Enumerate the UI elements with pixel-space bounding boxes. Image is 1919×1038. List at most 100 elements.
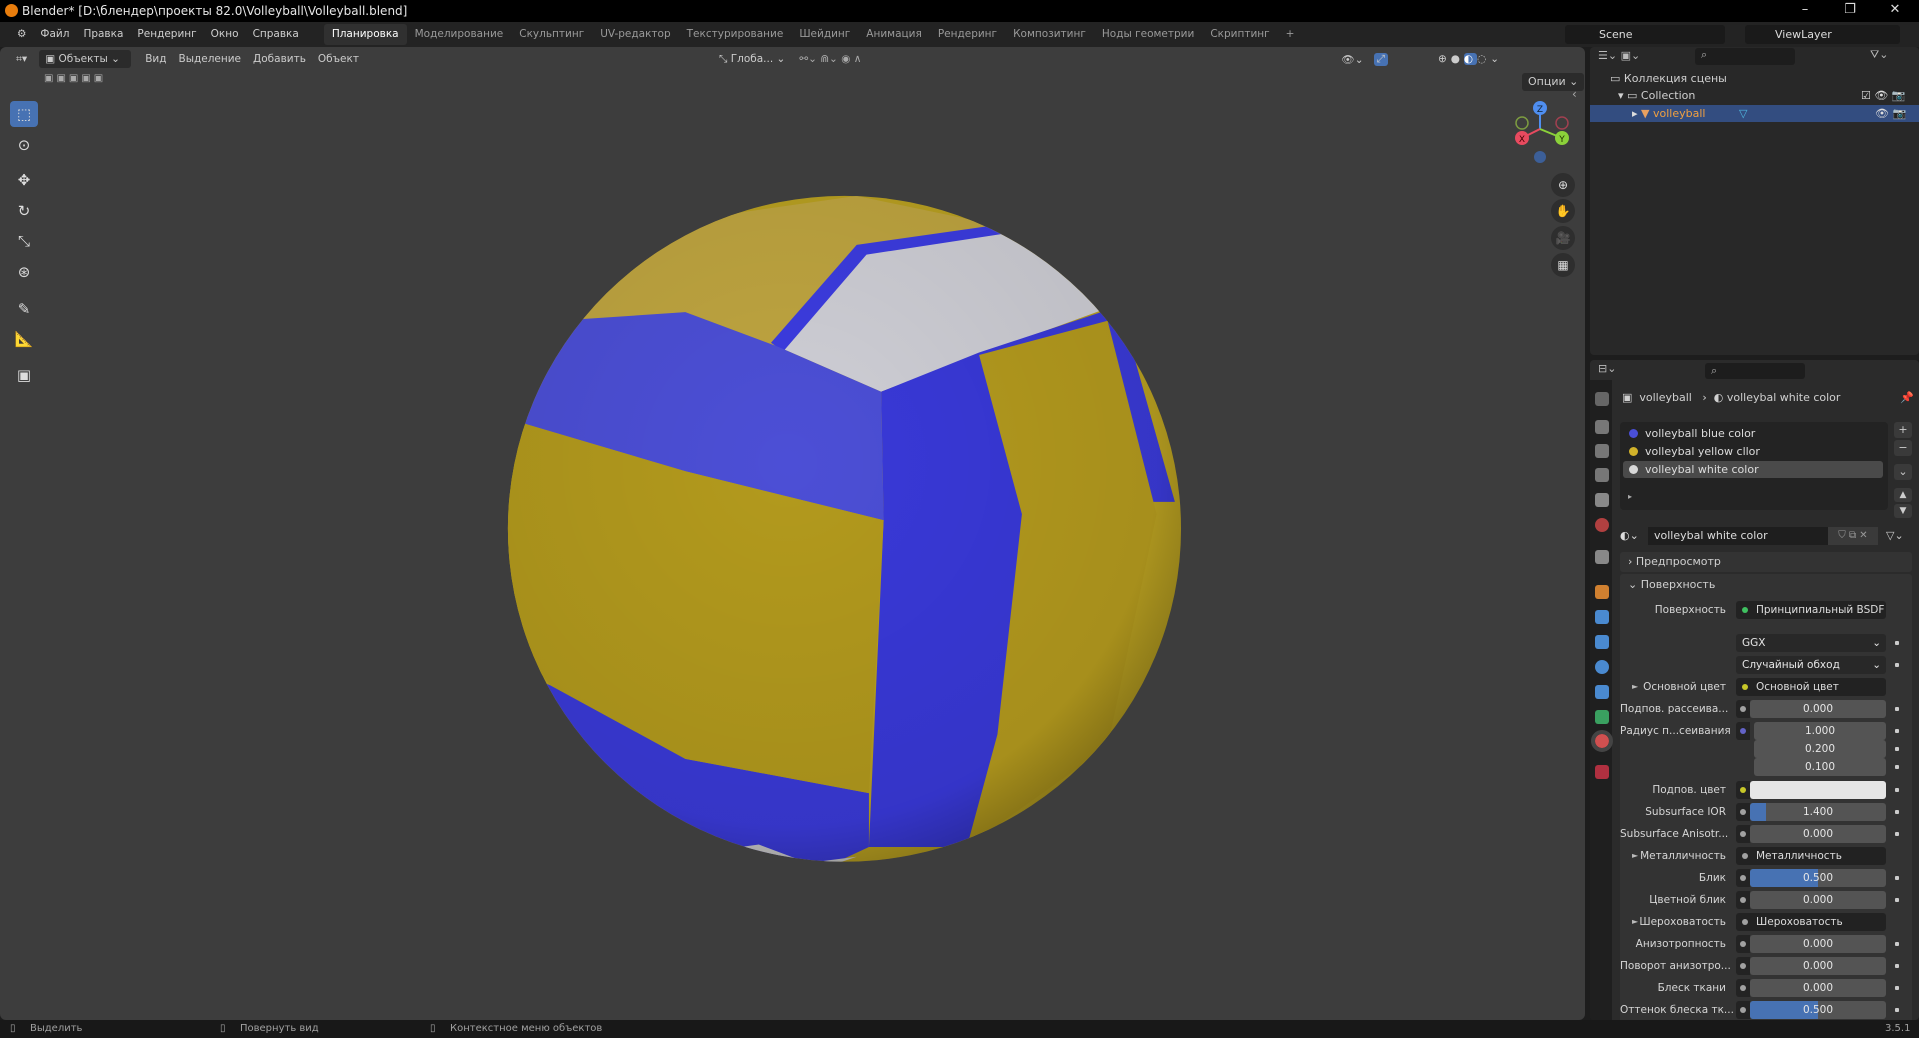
3d-viewport[interactable]: ⌗▾ ▣ Объекты ⌄ Вид Выделение Добавить Об… <box>0 47 1585 1020</box>
input-socket[interactable] <box>1736 803 1750 821</box>
slot-link-dropdown[interactable]: ▽⌄ <box>1886 527 1904 545</box>
tab-compositing[interactable]: Композитинг <box>1005 24 1094 45</box>
keyframe-dot[interactable] <box>1895 876 1899 880</box>
value-slider[interactable]: 0.000 <box>1750 957 1886 975</box>
minimize-button[interactable]: – <box>1785 0 1825 20</box>
input-socket[interactable] <box>1736 722 1750 740</box>
expand-arrow-icon[interactable]: ► <box>1632 678 1638 696</box>
close-button[interactable]: ✕ <box>1875 0 1915 20</box>
menu-window[interactable]: Окно <box>204 22 246 47</box>
physics-tab-icon[interactable] <box>1595 660 1609 674</box>
sidebar-toggle-icon[interactable]: ‹ <box>1572 87 1577 101</box>
render-tab-icon[interactable] <box>1595 420 1609 434</box>
keyframe-dot[interactable] <box>1895 942 1899 946</box>
panel-preview-header[interactable]: › Предпросмотр <box>1620 552 1912 572</box>
input-socket[interactable] <box>1736 935 1750 953</box>
particles-tab-icon[interactable] <box>1595 635 1609 649</box>
collection-visibility-icons[interactable]: ☑ 👁 📷 <box>1861 87 1906 104</box>
add-slot-button[interactable]: + <box>1894 422 1912 438</box>
add-workspace-button[interactable]: + <box>1278 24 1303 45</box>
tab-texture-paint[interactable]: Текстурирование <box>679 24 792 45</box>
material-browse-button[interactable]: ◐⌄ <box>1620 527 1648 545</box>
input-socket[interactable] <box>1736 781 1750 799</box>
outliner-object-row[interactable]: ▸ ▼ volleyball ▽ 👁 📷 <box>1590 105 1919 122</box>
data-tab-icon[interactable] <box>1595 710 1609 724</box>
world-tab-icon[interactable] <box>1595 518 1609 532</box>
expand-arrow-icon[interactable]: ► <box>1632 847 1638 865</box>
value-slider[interactable]: 0.500 <box>1750 1001 1886 1019</box>
material-name-field[interactable]: volleybal white color <box>1648 527 1828 545</box>
tool-tab-icon[interactable] <box>1595 392 1609 406</box>
pin-icon[interactable]: 📌 <box>1900 391 1914 404</box>
material-fake-user-copy-delete[interactable]: ⛉ ⧉ ✕ <box>1828 527 1878 545</box>
tab-layout[interactable]: Планировка <box>323 24 407 45</box>
input-socket[interactable] <box>1736 869 1750 887</box>
distribution-dropdown[interactable]: GGX ⌄ <box>1736 634 1886 652</box>
texture-tab-icon[interactable] <box>1595 765 1609 779</box>
value-slider[interactable]: 0.000 <box>1750 979 1886 997</box>
tab-modeling[interactable]: Моделирование <box>407 24 512 45</box>
keyframe-dot[interactable] <box>1895 788 1899 792</box>
filter-icon[interactable]: ⛛⌄ <box>1870 48 1888 62</box>
keyframe-dot[interactable] <box>1895 765 1899 769</box>
tab-sculpting[interactable]: Скульптинг <box>511 24 592 45</box>
object-tab-icon[interactable] <box>1595 585 1609 599</box>
value-slider[interactable]: 0.100 <box>1754 758 1886 776</box>
menu-edit[interactable]: Правка <box>76 22 130 47</box>
input-socket[interactable] <box>1736 891 1750 909</box>
scene-selector[interactable]: Scene <box>1565 25 1725 44</box>
keyframe-dot[interactable] <box>1895 729 1899 733</box>
menu-help[interactable]: Справка <box>246 22 306 47</box>
panel-surface-header[interactable]: ⌄ Поверхность <box>1628 575 1715 595</box>
linked-input-field[interactable]: Основной цвет <box>1736 678 1886 696</box>
view-layer-tab-icon[interactable] <box>1595 468 1609 482</box>
keyframe-dot[interactable] <box>1895 810 1899 814</box>
keyframe-dot[interactable] <box>1895 663 1899 667</box>
menu-file[interactable]: Файл <box>33 22 76 47</box>
tab-animation[interactable]: Анимация <box>858 24 930 45</box>
collection-tab-icon[interactable] <box>1595 550 1609 564</box>
input-socket[interactable] <box>1736 825 1750 843</box>
value-slider[interactable]: 0.000 <box>1750 891 1886 909</box>
linked-input-field[interactable]: Шероховатость <box>1736 913 1886 931</box>
keyframe-dot[interactable] <box>1895 986 1899 990</box>
tab-rendering[interactable]: Рендеринг <box>930 24 1005 45</box>
material-slot[interactable]: volleybal yellow cllor <box>1623 443 1883 460</box>
input-socket[interactable] <box>1736 979 1750 997</box>
tab-geometry-nodes[interactable]: Ноды геометрии <box>1094 24 1202 45</box>
outliner-search-input[interactable]: ⌕ <box>1695 48 1795 65</box>
view-layer-selector[interactable]: ViewLayer <box>1745 25 1900 44</box>
list-filter-toggle[interactable]: ▸ <box>1628 492 1632 501</box>
keyframe-dot[interactable] <box>1895 898 1899 902</box>
blender-menu-icon[interactable]: ⚙ <box>10 22 33 47</box>
material-slot[interactable]: volleyball blue color <box>1623 425 1883 442</box>
scene-tab-icon[interactable] <box>1595 493 1609 507</box>
tab-shading[interactable]: Шейдинг <box>791 24 858 45</box>
material-slot[interactable]: volleybal white color <box>1623 461 1883 478</box>
outliner-editor-type-icon[interactable]: ☰⌄ ▣⌄ <box>1598 49 1640 62</box>
keyframe-dot[interactable] <box>1895 747 1899 751</box>
color-swatch[interactable] <box>1750 781 1886 799</box>
value-slider[interactable]: 0.200 <box>1754 740 1886 758</box>
tab-uv-editing[interactable]: UV-редактор <box>592 24 678 45</box>
keyframe-dot[interactable] <box>1895 641 1899 645</box>
keyframe-dot[interactable] <box>1895 832 1899 836</box>
material-tab-icon[interactable] <box>1591 730 1613 752</box>
move-slot-down-button[interactable]: ▼ <box>1894 504 1912 518</box>
keyframe-dot[interactable] <box>1895 707 1899 711</box>
modifier-tab-icon[interactable] <box>1595 610 1609 624</box>
object-visibility-icons[interactable]: 👁 📷 <box>1875 105 1906 122</box>
maximize-button[interactable]: ❐ <box>1830 0 1870 20</box>
value-slider[interactable]: 1.000 <box>1754 722 1886 740</box>
linked-input-field[interactable]: Металличность <box>1736 847 1886 865</box>
subsurface-method-dropdown[interactable]: Случайный обход ⌄ <box>1736 656 1886 674</box>
remove-slot-button[interactable]: − <box>1894 440 1912 456</box>
input-socket[interactable] <box>1736 957 1750 975</box>
menu-render[interactable]: Рендеринг <box>130 22 203 47</box>
slot-specials-button[interactable]: ⌄ <box>1894 464 1912 480</box>
surface-shader-field[interactable]: Принципиальный BSDF <box>1736 601 1886 619</box>
value-slider[interactable]: 0.000 <box>1750 700 1886 718</box>
input-socket[interactable] <box>1736 1001 1750 1019</box>
value-slider[interactable]: 0.000 <box>1750 935 1886 953</box>
properties-editor-type-icon[interactable]: ⊟⌄ <box>1598 362 1616 375</box>
